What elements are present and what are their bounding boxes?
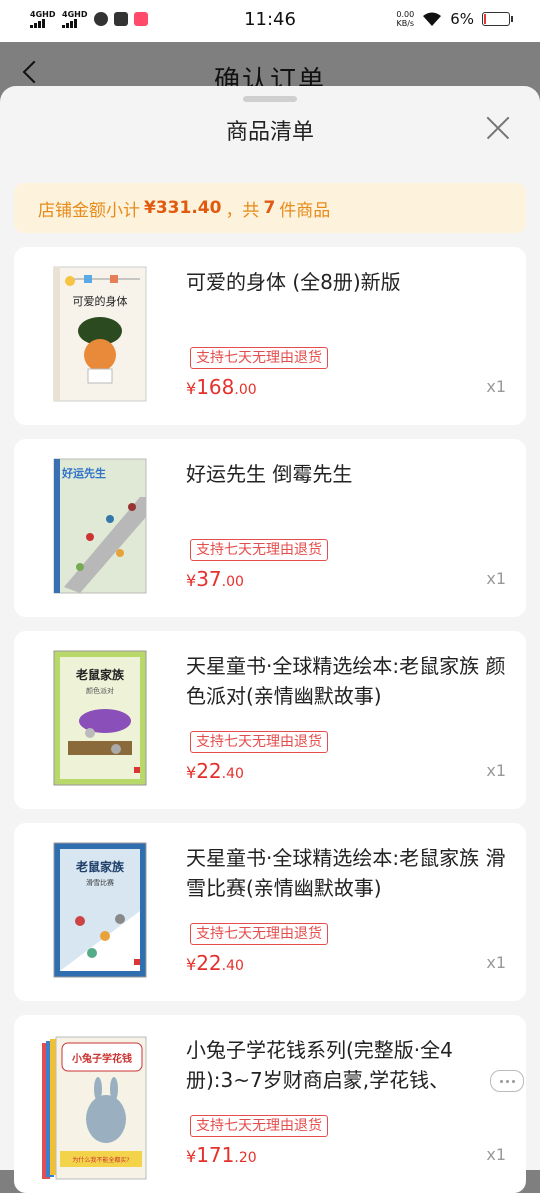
cover-title: 可爱的身体 <box>73 294 128 308</box>
cover-title: 老鼠家族 <box>76 859 125 874</box>
product-price: ¥22.40 <box>186 759 244 783</box>
subtotal-label: 店铺金额小计 <box>38 200 140 221</box>
return-policy-badge[interactable]: 支持七天无理由退货 <box>190 539 328 561</box>
sheet-drag-handle[interactable] <box>243 96 297 102</box>
status-bar: 4GHD 4GHD 11:46 0.00 KB/s 6% <box>0 0 540 42</box>
product-quantity: x1 <box>486 953 506 972</box>
store-subtotal-banner: 店铺金额小计 ¥331.40 ，共 7 件商品 <box>14 183 526 233</box>
battery-percent: 6% <box>450 10 474 28</box>
book-cover-image: 好运先生 <box>53 458 147 594</box>
book-cover-image: 老鼠家族 颜色派对 <box>53 650 147 786</box>
cover-subtitle: 滑雪比赛 <box>86 878 114 887</box>
cover-subtitle: 为什么我不能全都买? <box>72 1156 129 1164</box>
product-card[interactable]: 小兔子学花钱 为什么我不能全都买? 小兔子学花钱系列(完整版·全4册):3~7岁… <box>14 1015 526 1193</box>
speed-value: 0.00 <box>396 10 415 19</box>
book-cover-image: 小兔子学花钱 为什么我不能全都买? <box>42 1036 147 1180</box>
return-policy-badge[interactable]: 支持七天无理由退货 <box>190 923 328 945</box>
price-integer: 168 <box>196 375 235 399</box>
product-card[interactable]: 好运先生 好运先生 倒霉先生 支持七天无理由退货 ¥37.00 x1 <box>14 439 526 617</box>
status-right: 0.00 KB/s 6% <box>396 10 513 28</box>
product-title[interactable]: 可爱的身体 (全8册)新版 <box>186 267 516 297</box>
product-title[interactable]: 好运先生 倒霉先生 <box>186 459 516 489</box>
product-quantity: x1 <box>486 569 506 588</box>
cover-subtitle: 颜色派对 <box>86 686 114 695</box>
price-decimal: .40 <box>221 766 244 782</box>
network-speed: 0.00 KB/s <box>396 10 414 28</box>
product-card[interactable]: 老鼠家族 颜色派对 天星童书·全球精选绘本:老鼠家族 颜色派对(亲情幽默故事) … <box>14 631 526 809</box>
subtotal-amount: ¥331.40 <box>144 198 222 218</box>
product-price: ¥168.00 <box>186 375 257 399</box>
wifi-icon <box>423 12 442 26</box>
speed-unit: KB/s <box>396 19 415 28</box>
price-integer: 171 <box>196 1143 235 1167</box>
more-options-icon[interactable] <box>490 1070 524 1092</box>
subtotal-middle: ，共 <box>225 200 260 221</box>
price-currency: ¥ <box>186 379 197 398</box>
product-list-sheet: 商品清单 店铺金额小计 ¥331.40 ，共 7 件商品 可爱的身体 可爱的身体… <box>0 86 540 1193</box>
product-title[interactable]: 天星童书·全球精选绘本:老鼠家族 滑雪比赛(亲情幽默故事) <box>186 843 516 903</box>
book-cover-image: 可爱的身体 <box>53 266 147 402</box>
price-integer: 37 <box>196 567 222 591</box>
product-card[interactable]: 老鼠家族 滑雪比赛 天星童书·全球精选绘本:老鼠家族 滑雪比赛(亲情幽默故事) … <box>14 823 526 1001</box>
price-decimal: .00 <box>234 382 257 398</box>
price-decimal: .00 <box>221 574 244 590</box>
product-quantity: x1 <box>486 377 506 396</box>
cover-title: 好运先生 <box>61 466 106 480</box>
return-policy-badge[interactable]: 支持七天无理由退货 <box>190 347 328 369</box>
product-price: ¥22.40 <box>186 951 244 975</box>
product-quantity: x1 <box>486 1145 506 1164</box>
product-title[interactable]: 天星童书·全球精选绘本:老鼠家族 颜色派对(亲情幽默故事) <box>186 651 516 711</box>
item-count: 7 <box>263 198 276 218</box>
price-integer: 22 <box>196 759 222 783</box>
price-currency: ¥ <box>186 763 197 782</box>
close-icon[interactable] <box>484 114 512 142</box>
price-decimal: .40 <box>221 958 244 974</box>
cover-title: 小兔子学花钱 <box>71 1052 132 1065</box>
price-currency: ¥ <box>186 1147 197 1166</box>
price-decimal: .20 <box>234 1150 257 1166</box>
product-card[interactable]: 可爱的身体 可爱的身体 (全8册)新版 支持七天无理由退货 ¥168.00 x1 <box>14 247 526 425</box>
price-integer: 22 <box>196 951 222 975</box>
price-currency: ¥ <box>186 571 197 590</box>
product-price: ¥171.20 <box>186 1143 257 1167</box>
sheet-title: 商品清单 <box>225 120 314 145</box>
return-policy-badge[interactable]: 支持七天无理由退货 <box>190 731 328 753</box>
product-price: ¥37.00 <box>186 567 244 591</box>
book-cover-image: 老鼠家族 滑雪比赛 <box>53 842 147 978</box>
product-quantity: x1 <box>486 761 506 780</box>
price-currency: ¥ <box>186 955 197 974</box>
cover-title: 老鼠家族 <box>76 667 125 682</box>
return-policy-badge[interactable]: 支持七天无理由退货 <box>190 1115 328 1137</box>
battery-icon <box>482 12 513 26</box>
subtotal-suffix: 件商品 <box>279 200 331 221</box>
product-title[interactable]: 小兔子学花钱系列(完整版·全4册):3~7岁财商启蒙,学花钱、 <box>186 1035 516 1095</box>
